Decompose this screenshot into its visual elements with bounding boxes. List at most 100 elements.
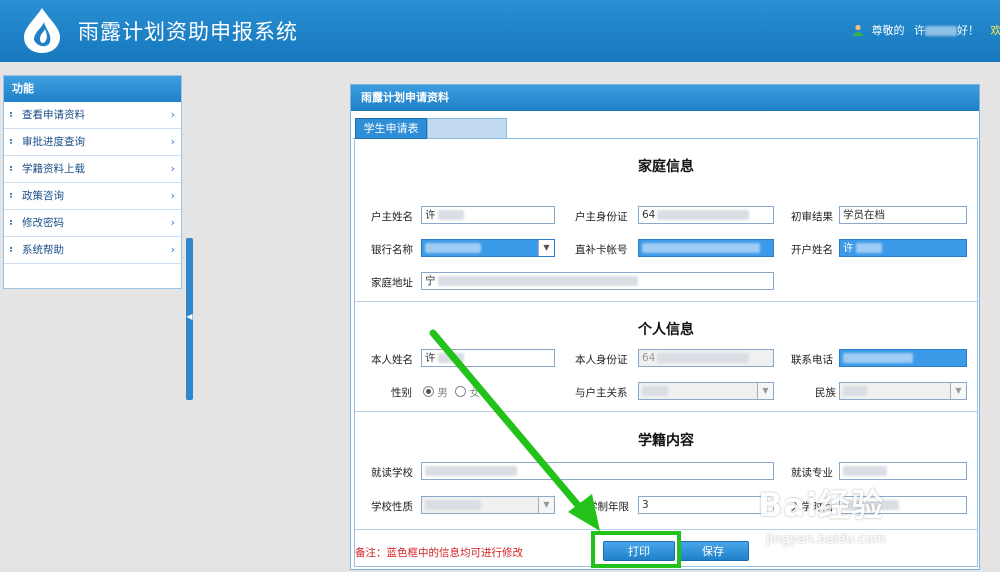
card-number-field[interactable]	[638, 239, 774, 257]
gender-female-radio[interactable]	[455, 386, 467, 397]
section-title-family: 家庭信息	[638, 159, 694, 175]
function-sidebar: 功能 查看申请资料 › 审批进度查询 › 学籍资料上载 › 政策咨询 › 修改密码 › 系…	[3, 75, 182, 289]
bullet-icon	[10, 193, 16, 198]
bank-name-select[interactable]: ▼	[421, 239, 555, 257]
relation-label: 与户主关系	[575, 387, 628, 399]
redacted	[437, 210, 464, 220]
welcome-tail: 欢	[990, 24, 1000, 37]
watermark-logo: Bai经验	[758, 486, 884, 524]
review-result-field[interactable]: 学员在档	[839, 206, 967, 224]
tab-secondary[interactable]	[427, 118, 507, 139]
head-id-label: 户主身份证	[575, 211, 628, 223]
sidebar-item-label: 审批进度查询	[22, 136, 85, 148]
water-drop-logo-icon	[24, 8, 60, 53]
head-id-value: 64	[642, 209, 656, 221]
chevron-right-icon: ›	[170, 189, 175, 202]
head-name-value: 许	[425, 209, 436, 221]
chevron-right-icon: ›	[170, 162, 175, 175]
sidebar-title: 功能	[4, 76, 181, 102]
review-result-label: 初审结果	[791, 211, 833, 223]
personal-id-label: 本人身份证	[575, 354, 628, 366]
account-holder-value: 许	[843, 242, 854, 254]
school-type-label: 学校性质	[371, 501, 413, 513]
school-type-select[interactable]: ▼	[421, 496, 555, 514]
personal-id-value: 64	[642, 352, 656, 364]
panel-title: 雨露计划申请资料	[351, 85, 979, 111]
welcome-message: 尊敬的 许 好！ 欢	[852, 22, 1000, 38]
gender-male-radio[interactable]	[423, 386, 434, 397]
home-address-field[interactable]: 宁	[421, 272, 774, 290]
redacted	[437, 276, 638, 286]
user-name: 许	[914, 24, 925, 37]
tab-student-application[interactable]: 学生申请表	[355, 118, 427, 139]
gender-female-label: 女	[469, 387, 481, 399]
phone-field[interactable]	[839, 349, 967, 367]
gender-options: 男 女	[423, 385, 480, 400]
sidebar-item-label: 修改密码	[22, 217, 64, 229]
chevron-down-icon: ▼	[538, 240, 554, 256]
sidebar-item-view-application[interactable]: 查看申请资料 ›	[4, 102, 181, 129]
school-field[interactable]	[421, 462, 774, 480]
ethnicity-label: 民族	[815, 387, 836, 399]
chevron-down-icon: ▼	[950, 383, 966, 399]
redacted	[437, 353, 464, 363]
tab-bar: 学生申请表	[353, 118, 977, 139]
study-years-field[interactable]: 3	[638, 496, 774, 514]
gender-label: 性别	[391, 387, 412, 399]
head-id-field[interactable]: 64	[638, 206, 774, 224]
bullet-icon	[10, 166, 16, 171]
gender-male-label: 男	[437, 387, 448, 399]
relation-select[interactable]: ▼	[638, 382, 774, 400]
sidebar-collapse-handle[interactable]: ◀	[186, 238, 193, 400]
redacted	[425, 500, 481, 510]
home-address-label: 家庭地址	[371, 277, 413, 289]
sidebar-item-policy[interactable]: 政策咨询 ›	[4, 183, 181, 210]
watermark-url: jingyan.baidu.com	[766, 532, 886, 547]
head-name-field[interactable]: 许	[421, 206, 555, 224]
redacted	[425, 243, 481, 253]
redacted	[843, 353, 913, 363]
redacted	[425, 466, 517, 476]
app-header: 雨露计划资助申报系统 尊敬的 许 好！ 欢	[0, 0, 1000, 62]
redacted	[657, 210, 750, 220]
save-button[interactable]: 保存	[677, 541, 749, 561]
print-highlight-box	[591, 531, 681, 568]
section-divider	[355, 411, 977, 412]
sidebar-item-label: 政策咨询	[22, 190, 64, 202]
baidu-watermark: Bai经验 jingyan.baidu.com	[758, 480, 993, 570]
sidebar-item-approval-progress[interactable]: 审批进度查询 ›	[4, 129, 181, 156]
personal-name-field[interactable]: 许	[421, 349, 555, 367]
redacted	[657, 353, 750, 363]
redacted	[855, 243, 882, 253]
account-holder-label: 开户姓名	[791, 244, 833, 256]
collapse-left-icon: ◀	[186, 312, 193, 321]
redacted-name	[925, 26, 957, 36]
head-name-label: 户主姓名	[371, 211, 413, 223]
bullet-icon	[10, 112, 16, 117]
personal-name-value: 许	[425, 352, 436, 364]
chevron-right-icon: ›	[170, 108, 175, 121]
home-address-value: 宁	[425, 275, 436, 287]
redacted	[642, 386, 668, 396]
redacted	[642, 243, 760, 253]
sidebar-item-label: 学籍资料上载	[22, 163, 85, 175]
sidebar-item-upload-records[interactable]: 学籍资料上载 ›	[4, 156, 181, 183]
redacted	[843, 466, 887, 476]
section-title-personal: 个人信息	[638, 322, 694, 338]
sidebar-item-help[interactable]: 系统帮助 ›	[4, 237, 181, 264]
bullet-icon	[10, 220, 16, 225]
account-holder-field[interactable]: 许	[839, 239, 967, 257]
chevron-down-icon: ▼	[538, 497, 554, 513]
bank-name-label: 银行名称	[371, 244, 413, 256]
ethnicity-select[interactable]: ▼	[839, 382, 967, 400]
section-divider	[355, 301, 977, 302]
sidebar-item-change-password[interactable]: 修改密码 ›	[4, 210, 181, 237]
user-icon	[853, 24, 863, 36]
redacted	[843, 386, 867, 396]
chevron-right-icon: ›	[170, 243, 175, 256]
personal-id-field[interactable]: 64	[638, 349, 774, 367]
major-label: 就读专业	[791, 467, 833, 479]
major-field[interactable]	[839, 462, 967, 480]
school-label: 就读学校	[371, 467, 413, 479]
card-number-label: 直补卡帐号	[575, 244, 628, 256]
